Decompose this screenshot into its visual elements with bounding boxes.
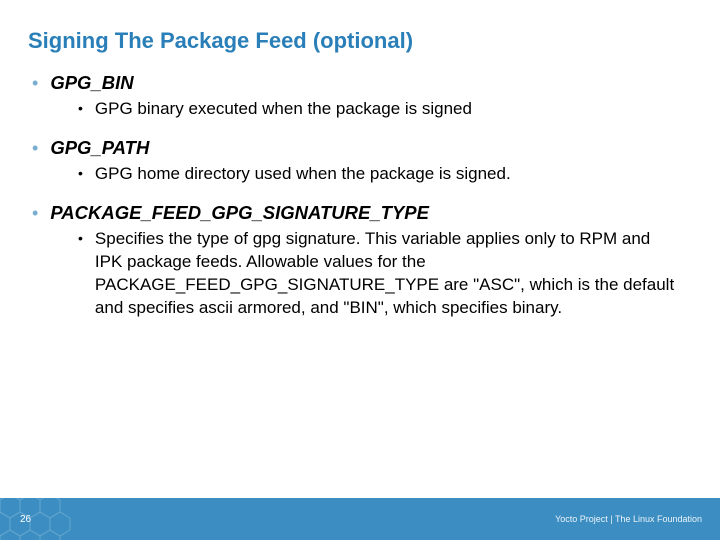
list-item: • GPG_BIN • GPG binary executed when the… [32,72,680,121]
sub-list: • GPG home directory used when the packa… [32,159,680,186]
sub-bullet-icon: • [78,98,83,119]
sub-bullet-icon: • [78,163,83,184]
sub-list-item: • Specifies the type of gpg signature. T… [78,228,680,320]
sub-list: • GPG binary executed when the package i… [32,94,680,121]
footer-attribution: Yocto Project | The Linux Foundation [555,514,702,524]
sub-bullet-icon: • [78,228,83,249]
slide-title: Signing The Package Feed (optional) [0,0,720,54]
description: Specifies the type of gpg signature. Thi… [95,228,680,320]
bullet-icon: • [32,137,38,159]
slide-content: • GPG_BIN • GPG binary executed when the… [0,54,720,540]
list-item: • GPG_PATH • GPG home directory used whe… [32,137,680,186]
sub-list: • Specifies the type of gpg signature. T… [32,224,680,320]
sub-list-item: • GPG home directory used when the packa… [78,163,680,186]
footer-left: 26 [0,498,110,540]
term: GPG_PATH [50,137,149,159]
list-item: • PACKAGE_FEED_GPG_SIGNATURE_TYPE • Spec… [32,202,680,320]
footer-bar: 26 Yocto Project | The Linux Foundation [0,498,720,540]
page-number: 26 [0,514,31,525]
bullet-icon: • [32,202,38,224]
term: GPG_BIN [50,72,133,94]
term: PACKAGE_FEED_GPG_SIGNATURE_TYPE [50,202,429,224]
slide: Signing The Package Feed (optional) • GP… [0,0,720,540]
bullet-icon: • [32,72,38,94]
bullet-list: • GPG_BIN • GPG binary executed when the… [32,72,680,320]
description: GPG home directory used when the package… [95,163,511,186]
description: GPG binary executed when the package is … [95,98,472,121]
sub-list-item: • GPG binary executed when the package i… [78,98,680,121]
